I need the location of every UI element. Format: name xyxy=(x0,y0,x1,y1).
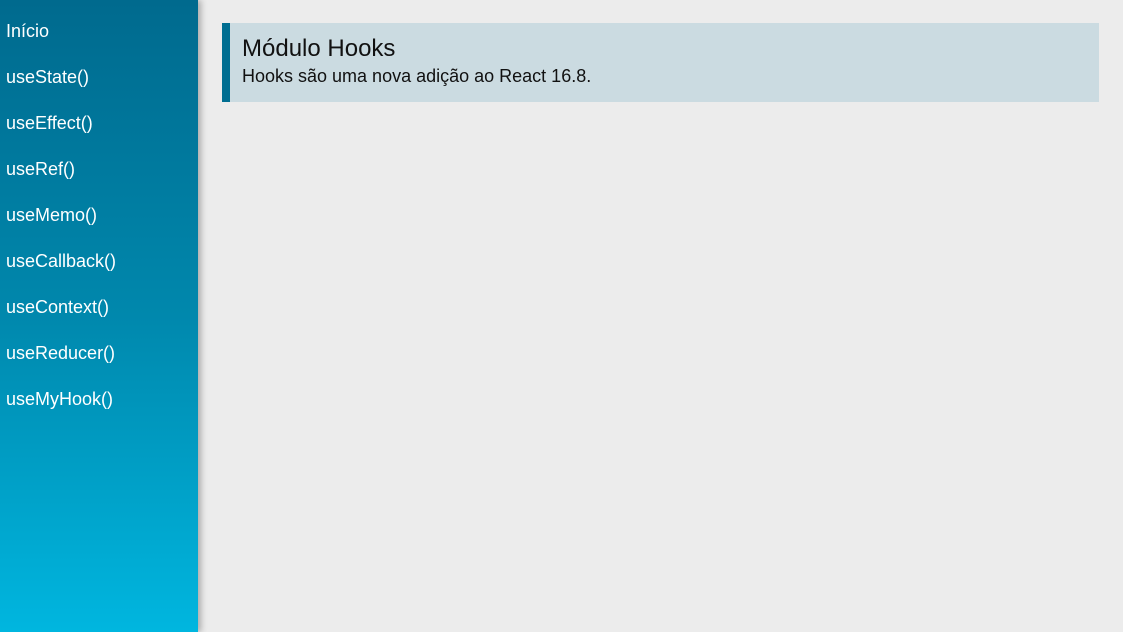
sidebar-list-item: useReducer() xyxy=(0,330,198,376)
sidebar-list-item: useMyHook() xyxy=(0,376,198,422)
app-root: Início useState() useEffect() useRef() u… xyxy=(0,0,1123,632)
sidebar-item-usecontext[interactable]: useContext() xyxy=(0,284,198,330)
sidebar-item-usemyhook[interactable]: useMyHook() xyxy=(0,376,198,422)
sidebar-item-usestate[interactable]: useState() xyxy=(0,54,198,100)
sidebar-nav-list: Início useState() useEffect() useRef() u… xyxy=(0,0,198,422)
sidebar-item-usereducer[interactable]: useReducer() xyxy=(0,330,198,376)
module-title: Módulo Hooks xyxy=(242,35,396,62)
sidebar: Início useState() useEffect() useRef() u… xyxy=(0,0,198,632)
sidebar-list-item: useMemo() xyxy=(0,192,198,238)
sidebar-list-item: useContext() xyxy=(0,284,198,330)
module-description: Hooks são uma nova adição ao React 16.8. xyxy=(242,66,592,86)
sidebar-list-item: useState() xyxy=(0,54,198,100)
sidebar-item-inicio[interactable]: Início xyxy=(0,16,198,46)
sidebar-list-item: useEffect() xyxy=(0,100,198,146)
main-content: Módulo Hooks Hooks são uma nova adição a… xyxy=(198,0,1123,632)
sidebar-list-item: useRef() xyxy=(0,146,198,192)
sidebar-item-useref[interactable]: useRef() xyxy=(0,146,198,192)
sidebar-list-item: Início xyxy=(0,16,198,46)
sidebar-item-useeffect[interactable]: useEffect() xyxy=(0,100,198,146)
module-card: Módulo Hooks Hooks são uma nova adição a… xyxy=(222,23,1099,102)
sidebar-list-item: useCallback() xyxy=(0,238,198,284)
sidebar-item-usecallback[interactable]: useCallback() xyxy=(0,238,198,284)
sidebar-item-usememo[interactable]: useMemo() xyxy=(0,192,198,238)
